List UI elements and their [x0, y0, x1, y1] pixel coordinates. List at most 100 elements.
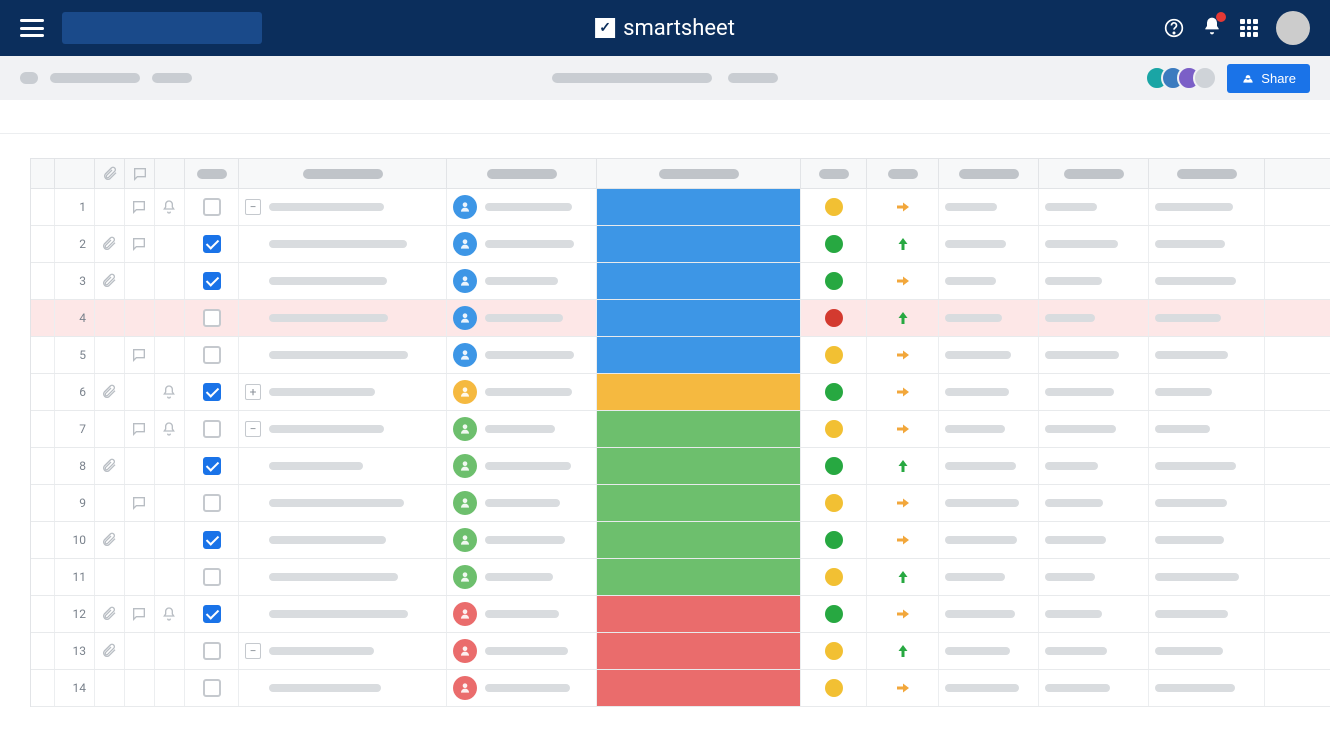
data-cell[interactable]	[1039, 485, 1149, 521]
checkbox[interactable]	[203, 605, 221, 623]
attachment-cell[interactable]	[95, 411, 125, 447]
data-cell[interactable]	[939, 596, 1039, 632]
column-header[interactable]	[55, 159, 95, 188]
trend-cell[interactable]	[867, 374, 939, 410]
data-cell[interactable]	[1149, 411, 1265, 447]
checkbox[interactable]	[203, 420, 221, 438]
data-cell[interactable]	[939, 670, 1039, 706]
comment-cell[interactable]	[125, 596, 155, 632]
status-cell[interactable]	[597, 670, 801, 706]
task-cell[interactable]	[239, 337, 447, 373]
status-cell[interactable]	[597, 448, 801, 484]
assignee-cell[interactable]	[447, 263, 597, 299]
status-cell[interactable]	[597, 189, 801, 225]
checkbox-cell[interactable]	[185, 596, 239, 632]
assignee-cell[interactable]	[447, 485, 597, 521]
assignee-cell[interactable]	[447, 300, 597, 336]
comment-cell[interactable]	[125, 633, 155, 669]
status-cell[interactable]	[597, 559, 801, 595]
table-row[interactable]: 7 −	[31, 411, 1330, 448]
trend-cell[interactable]	[867, 448, 939, 484]
checkbox-cell[interactable]	[185, 226, 239, 262]
checkbox-cell[interactable]	[185, 633, 239, 669]
health-cell[interactable]	[801, 522, 867, 558]
expand-toggle[interactable]: +	[245, 384, 261, 400]
assignee-cell[interactable]	[447, 189, 597, 225]
data-cell[interactable]	[939, 448, 1039, 484]
reminder-cell[interactable]	[155, 448, 185, 484]
data-cell[interactable]	[1149, 300, 1265, 336]
attachment-cell[interactable]	[95, 226, 125, 262]
column-header[interactable]	[1149, 159, 1265, 188]
menu-icon[interactable]	[20, 19, 44, 37]
reminder-cell[interactable]	[155, 559, 185, 595]
apps-icon[interactable]	[1240, 19, 1258, 37]
search-input[interactable]	[62, 12, 262, 44]
comment-cell[interactable]	[125, 300, 155, 336]
data-cell[interactable]	[939, 633, 1039, 669]
column-header[interactable]	[155, 159, 185, 188]
notifications-icon[interactable]	[1202, 16, 1222, 40]
data-cell[interactable]	[1149, 559, 1265, 595]
data-cell[interactable]	[1039, 596, 1149, 632]
task-cell[interactable]: −	[239, 633, 447, 669]
column-header[interactable]	[31, 159, 55, 188]
data-cell[interactable]	[1149, 485, 1265, 521]
column-header[interactable]	[447, 159, 597, 188]
expand-toggle[interactable]: −	[245, 199, 261, 215]
attachment-cell[interactable]	[95, 337, 125, 373]
table-row[interactable]: 14	[31, 670, 1330, 707]
toolbar-item[interactable]	[728, 73, 778, 83]
assignee-cell[interactable]	[447, 522, 597, 558]
health-cell[interactable]	[801, 411, 867, 447]
health-cell[interactable]	[801, 226, 867, 262]
data-cell[interactable]	[939, 485, 1039, 521]
attachment-cell[interactable]	[95, 559, 125, 595]
health-cell[interactable]	[801, 189, 867, 225]
checkbox-cell[interactable]	[185, 485, 239, 521]
checkbox[interactable]	[203, 494, 221, 512]
data-cell[interactable]	[939, 263, 1039, 299]
table-row[interactable]: 2	[31, 226, 1330, 263]
trend-cell[interactable]	[867, 633, 939, 669]
table-row[interactable]: 9	[31, 485, 1330, 522]
data-cell[interactable]	[1039, 670, 1149, 706]
data-cell[interactable]	[1039, 263, 1149, 299]
reminder-cell[interactable]	[155, 226, 185, 262]
column-header[interactable]	[801, 159, 867, 188]
table-row[interactable]: 10	[31, 522, 1330, 559]
comment-cell[interactable]	[125, 189, 155, 225]
data-cell[interactable]	[1149, 189, 1265, 225]
sheet-title[interactable]	[552, 73, 712, 83]
assignee-cell[interactable]	[447, 374, 597, 410]
data-cell[interactable]	[1149, 633, 1265, 669]
checkbox[interactable]	[203, 346, 221, 364]
expand-toggle[interactable]: −	[245, 421, 261, 437]
comment-cell[interactable]	[125, 374, 155, 410]
data-cell[interactable]	[939, 189, 1039, 225]
attachment-cell[interactable]	[95, 374, 125, 410]
checkbox[interactable]	[203, 383, 221, 401]
health-cell[interactable]	[801, 337, 867, 373]
task-cell[interactable]: +	[239, 374, 447, 410]
toolbar-item[interactable]	[20, 72, 38, 84]
column-header-comments[interactable]	[125, 159, 155, 188]
data-cell[interactable]	[1149, 448, 1265, 484]
reminder-cell[interactable]	[155, 263, 185, 299]
data-cell[interactable]	[1149, 263, 1265, 299]
table-row[interactable]: 12	[31, 596, 1330, 633]
attachment-cell[interactable]	[95, 263, 125, 299]
assignee-cell[interactable]	[447, 337, 597, 373]
table-row[interactable]: 4	[31, 300, 1330, 337]
task-cell[interactable]	[239, 485, 447, 521]
column-header[interactable]	[1039, 159, 1149, 188]
checkbox-cell[interactable]	[185, 374, 239, 410]
checkbox[interactable]	[203, 531, 221, 549]
task-cell[interactable]	[239, 448, 447, 484]
data-cell[interactable]	[1039, 411, 1149, 447]
health-cell[interactable]	[801, 596, 867, 632]
checkbox[interactable]	[203, 642, 221, 660]
assignee-cell[interactable]	[447, 226, 597, 262]
table-row[interactable]: 6 +	[31, 374, 1330, 411]
attachment-cell[interactable]	[95, 670, 125, 706]
